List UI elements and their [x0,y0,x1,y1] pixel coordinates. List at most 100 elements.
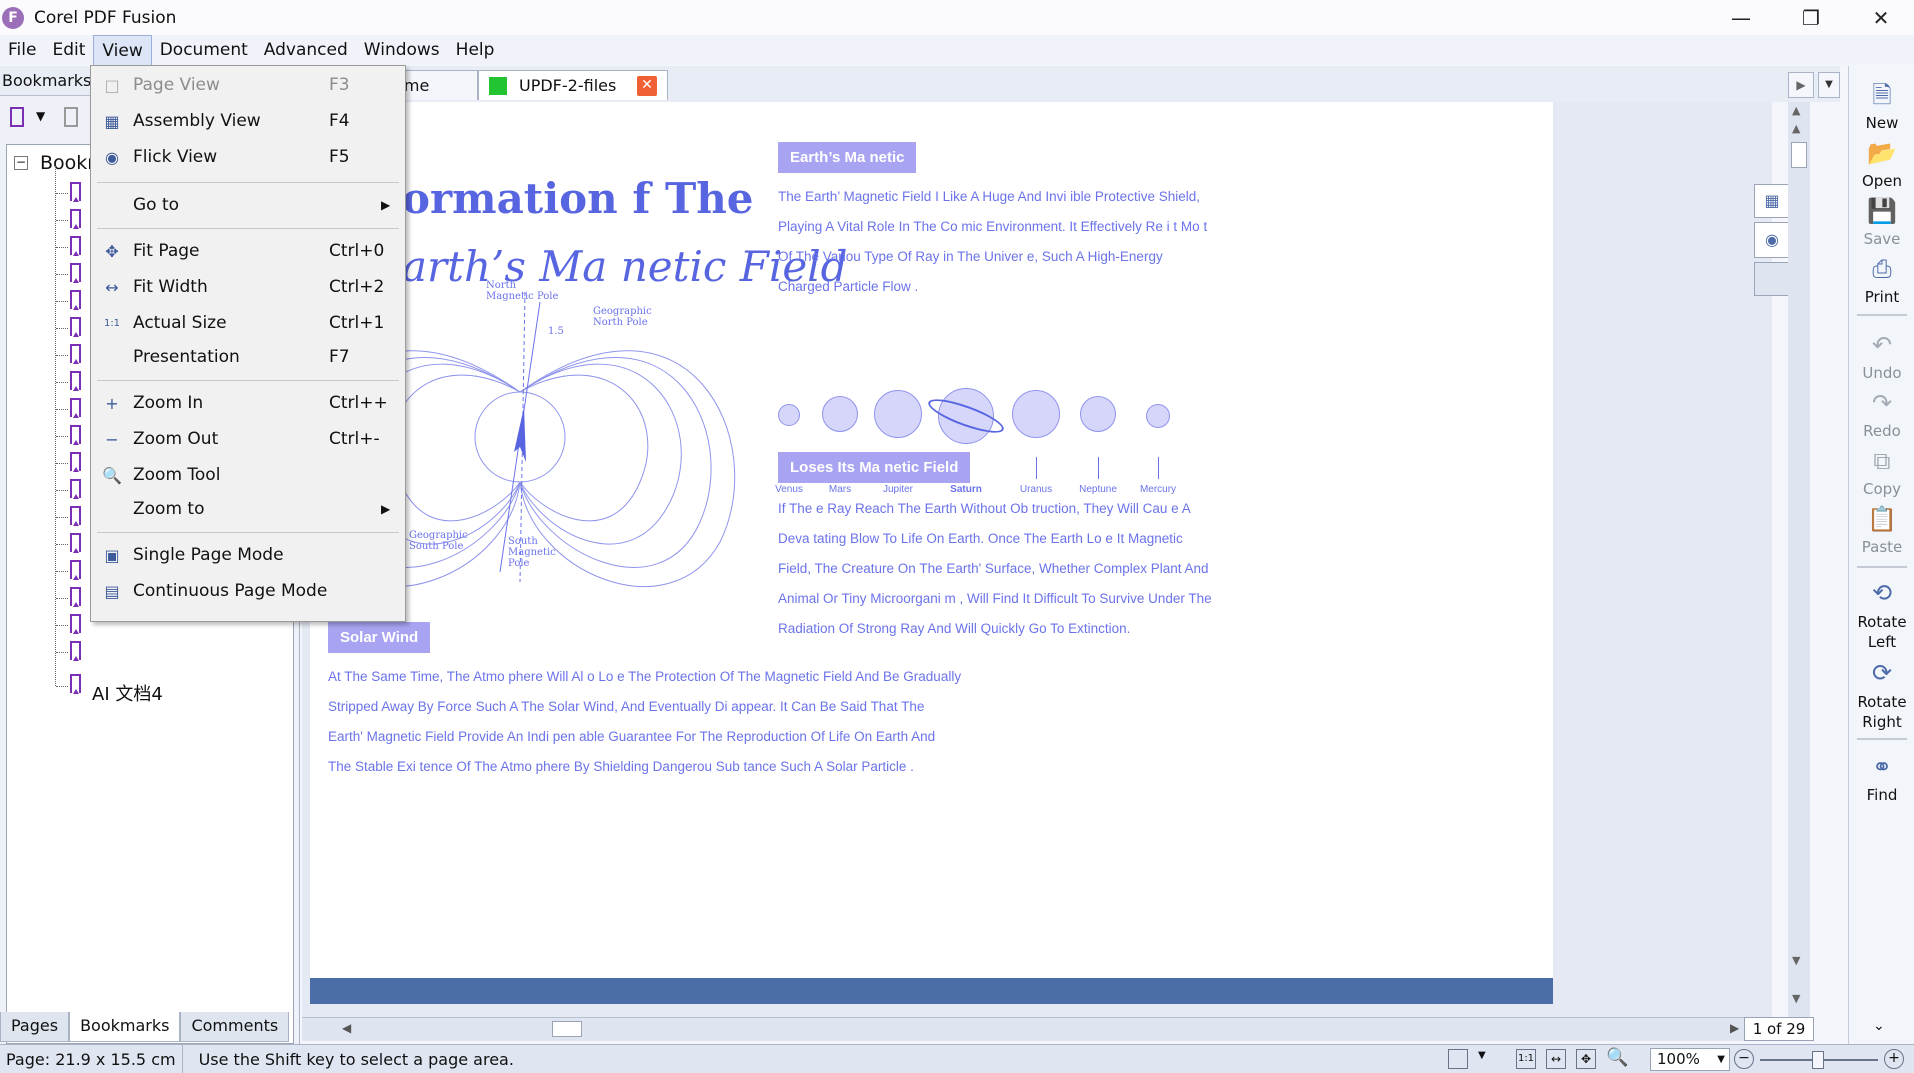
tab-updf-2-files[interactable]: UPDF-2-files ✕ [478,70,668,100]
minimize-icon[interactable]: — [1706,0,1776,35]
menu-item-fit-page[interactable]: ✥ Fit Page Ctrl+0 [91,234,405,268]
menu-item-presentation[interactable]: Presentation F7 [91,340,405,374]
zoom-slider-thumb[interactable] [1812,1051,1824,1069]
menu-item-go-to[interactable]: Go to ▶ [91,188,405,222]
zoom-in-status-icon[interactable]: + [1884,1049,1904,1069]
menu-edit[interactable]: Edit [44,35,93,65]
hscroll-left-icon[interactable]: ◀ [342,1021,351,1035]
menu-windows[interactable]: Windows [356,35,448,65]
zoom-tool-status-icon[interactable]: 🔍 [1606,1047,1628,1068]
rotate-left-button[interactable]: ⟲ Rotate Left [1849,578,1914,652]
save-button[interactable]: 💾 Save [1849,196,1914,248]
tab-scroll-right-icon[interactable]: ▶ [1788,72,1814,98]
hscroll-thumb[interactable] [552,1021,582,1037]
bookmark-icon[interactable] [70,506,81,525]
redo-button[interactable]: ↷ Redo [1849,388,1914,440]
menu-item-page-view[interactable]: □ Page View F3 [91,68,405,102]
bookmark-icon[interactable] [70,452,81,471]
menu-view[interactable]: View [93,35,151,65]
assembly-view-button[interactable]: ▦ [1754,184,1790,218]
zoom-out-status-icon[interactable]: − [1734,1049,1754,1069]
document-vscrollbar[interactable]: ▲ ▲ ▼ ▼ [1788,102,1810,1017]
bookmark-icon[interactable] [70,236,81,255]
dropdown-arrow-icon[interactable]: ▼ [36,109,45,123]
toolbar-separator [1857,566,1907,568]
menu-item-zoom-in[interactable]: + Zoom In Ctrl++ [91,386,405,420]
close-window-icon[interactable]: ✕ [1846,0,1914,35]
actual-size-status-icon[interactable]: 1:1 [1516,1049,1536,1069]
open-button[interactable]: 📂 Open [1849,138,1914,190]
menu-file[interactable]: File [0,35,44,65]
bookmark-icon[interactable] [70,614,81,633]
menu-item-zoom-tool[interactable]: 🔍 Zoom Tool [91,458,405,492]
find-button[interactable]: ⚭ Find [1849,752,1914,804]
rotate-right-button[interactable]: ⟳ Rotate Right [1849,658,1914,732]
bookmark-icon[interactable] [70,317,81,336]
print-button[interactable]: ⎙ Print [1849,254,1914,306]
bookmark-icon[interactable] [70,290,81,309]
close-tab-icon[interactable]: ✕ [637,76,657,96]
vscroll-thumb[interactable] [1791,142,1807,168]
view-menu-dropdown: □ Page View F3 ▦ Assembly View F4 ◉ Flic… [90,65,406,622]
scroll-top-icon[interactable]: ▲ [1792,104,1800,117]
toolbar-overflow-icon[interactable]: ⌄ [1873,1018,1885,1034]
delete-bookmark-icon[interactable] [64,107,78,127]
bookmark-icon[interactable] [70,209,81,228]
page-mode-icon[interactable] [1448,1049,1468,1069]
scroll-bottom-icon[interactable]: ▼ [1792,992,1800,1005]
copy-button[interactable]: ⧉ Copy [1849,446,1914,498]
menu-item-fit-width[interactable]: ↔ Fit Width Ctrl+2 [91,270,405,304]
bookmark-icon[interactable] [70,371,81,390]
menu-item-flick-view[interactable]: ◉ Flick View F5 [91,140,405,174]
bookmark-icon[interactable] [70,479,81,498]
binoculars-icon: ⚭ [1867,752,1897,782]
tab-updf-label: UPDF-2-files [519,76,616,95]
scroll-up-icon[interactable]: ▲ [1792,122,1800,135]
page-mode-dropdown-icon[interactable]: ▼ [1478,1050,1486,1061]
menu-document[interactable]: Document [152,35,256,65]
bookmark-icon[interactable] [70,674,81,693]
tab-pages[interactable]: Pages [0,1012,69,1042]
new-button[interactable]: 🗎 New [1849,80,1914,132]
fit-page-icon: ✥ [101,240,123,262]
menu-item-continuous-page-mode[interactable]: ▤ Continuous Page Mode [91,574,405,608]
diagram-label-south-magnetic: South Magnetic Pole [508,536,556,569]
add-bookmark-icon[interactable] [10,107,24,127]
bookmark-icon[interactable] [70,398,81,417]
tab-bookmarks[interactable]: Bookmarks [69,1012,180,1042]
bookmark-label[interactable]: AI 文档4 [92,680,163,706]
menu-item-assembly-view[interactable]: ▦ Assembly View F4 [91,104,405,138]
page-counter[interactable]: 1 of 29 [1744,1017,1814,1041]
bookmark-icon[interactable] [70,182,81,201]
page-view-button[interactable] [1754,262,1790,296]
menu-item-zoom-out[interactable]: − Zoom Out Ctrl+- [91,422,405,456]
menu-help[interactable]: Help [448,35,503,65]
restore-icon[interactable]: ❐ [1776,0,1846,35]
collapse-icon[interactable]: − [14,156,28,170]
bookmark-icon[interactable] [70,560,81,579]
flick-view-button[interactable]: ◉ [1754,222,1790,258]
tab-comments[interactable]: Comments [180,1012,289,1042]
zoom-level-select[interactable]: 100% ▼ [1650,1048,1730,1071]
undo-button[interactable]: ↶ Undo [1849,330,1914,382]
bookmark-icon[interactable] [70,425,81,444]
bookmark-icon[interactable] [70,263,81,282]
fit-width-status-icon[interactable]: ↔ [1546,1049,1566,1069]
fit-page-status-icon[interactable]: ✥ [1576,1049,1596,1069]
menu-item-zoom-to[interactable]: Zoom to ▶ [91,492,405,526]
document-viewport[interactable]: ormation f The arth’s Ma netic Field Nor… [302,102,1772,1017]
bookmark-icon[interactable] [70,587,81,606]
bookmark-icon[interactable] [70,344,81,363]
zoom-dropdown-icon[interactable]: ▼ [1717,1049,1725,1070]
bookmark-icon[interactable] [70,641,81,660]
menu-item-single-page-mode[interactable]: ▣ Single Page Mode [91,538,405,572]
section-tag-loses-magnetic-field: Loses Its Ma netic Field [778,452,970,483]
paste-button[interactable]: 📋 Paste [1849,504,1914,556]
menu-item-actual-size[interactable]: 1:1 Actual Size Ctrl+1 [91,306,405,340]
tab-list-dropdown-icon[interactable]: ▼ [1818,72,1840,98]
hscroll-right-icon[interactable]: ▶ [1730,1021,1739,1035]
menu-advanced[interactable]: Advanced [256,35,356,65]
bookmark-icon[interactable] [70,533,81,552]
document-hscrollbar[interactable]: ◀ ▶ [302,1017,1772,1041]
scroll-down-icon[interactable]: ▼ [1792,954,1800,967]
